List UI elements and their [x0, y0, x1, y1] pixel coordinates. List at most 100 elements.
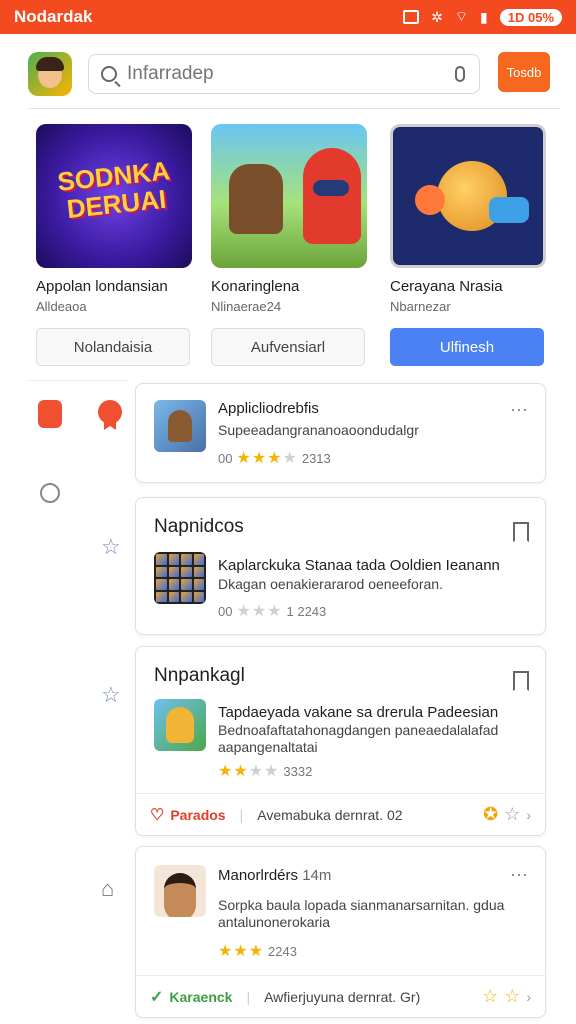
app-title: Manorlrdérs: [218, 867, 299, 884]
app-card[interactable]: Napnidcos Kaplarckuka Stanaa tada Ooldie…: [135, 497, 546, 635]
rating-prefix: 00: [218, 603, 233, 619]
star-rating-icon: ★★★★: [236, 450, 298, 467]
featured-primary-button[interactable]: Ulfinesh: [390, 328, 544, 366]
featured-art-3[interactable]: [390, 124, 546, 268]
footer-tag-label: Parados: [170, 806, 226, 823]
footer-tag-label: Karaenck: [169, 988, 233, 1005]
battery-level: 1D 05%: [499, 8, 562, 26]
screenshot-icon: [403, 10, 420, 24]
rating-count: 2243: [268, 943, 297, 959]
rating-prefix: 00: [218, 450, 233, 466]
heart-icon: ♡: [150, 806, 165, 824]
search-bar[interactable]: [88, 54, 480, 94]
app-card[interactable]: Manorlrdérs 14m ⋯ Sorpka baula lopada si…: [135, 846, 546, 1018]
rating-count: 2313: [301, 450, 331, 466]
more-options-icon[interactable]: ⋯: [510, 400, 529, 421]
app-thumbnail[interactable]: [154, 552, 206, 604]
character-goggles: [313, 180, 349, 196]
character-figure: [229, 164, 283, 234]
status-bar: Nodardak ✲ ⌔ ▮ 1D 05%: [0, 0, 576, 34]
star-rating-icon: ★★★: [236, 603, 283, 620]
app-card[interactable]: Applicliodrebfis Supeeadangrananoaoondud…: [135, 383, 546, 483]
app-title: Tapdaeyada vakane sa drerula Padeesian: [218, 704, 499, 721]
featured-button[interactable]: Nolandaisia: [36, 328, 190, 366]
star-rating-icon: ★★★: [218, 943, 265, 960]
badge-icon[interactable]: ✪: [483, 804, 498, 825]
search-icon: [101, 66, 117, 82]
app-description: Sorpka baula lopada sianmanarsarnitan. g…: [218, 897, 505, 930]
app-card[interactable]: Nnpankagl Tapdaeyada vakane sa drerula P…: [135, 646, 546, 836]
clock-icon[interactable]: [40, 483, 60, 503]
game-block: [489, 197, 529, 223]
app-rating: 00 ★★★ 1 2243: [218, 601, 326, 621]
rating-count: 3332: [283, 763, 313, 779]
featured-subtitle: Nbarnezar: [390, 299, 451, 314]
status-icons: ✲ ⌔ ▮ 1D 05%: [403, 8, 562, 26]
app-rating: 00 ★★★★ 2313: [218, 448, 331, 468]
gear-icon: ✲: [431, 8, 443, 25]
app-description: Supeeadangrananoaoondudalgr: [218, 422, 419, 438]
featured-item-3[interactable]: Cerayana Nrasia Nbarnezar Ulfinesh: [390, 124, 546, 366]
card-footer: ♡ Parados | Avemabuka dernrat. 02 ✪ ☆ ›: [136, 793, 545, 835]
top-action-button[interactable]: Tosdb: [498, 52, 550, 92]
footer-text: Awfierjuyuna dernrat. Gr): [264, 988, 421, 1005]
footer-separator: |: [239, 806, 244, 823]
game-logo-text: SODNKA DERUAI: [55, 155, 172, 225]
app-thumbnail[interactable]: [154, 400, 206, 452]
star-outline-icon[interactable]: ☆: [101, 684, 121, 706]
footer-actions: ☆ ☆ ›: [482, 986, 531, 1007]
app-description: Bednoafaftatahonagdangen paneaedalalafad…: [218, 722, 499, 755]
app-title-row: Manorlrdérs 14m: [218, 867, 331, 884]
footer-tag[interactable]: ♡ Parados: [150, 805, 226, 825]
footer-separator: |: [246, 988, 251, 1005]
footer-text: Avemabuka dernrat. 02: [257, 806, 403, 823]
character-figure: [303, 148, 361, 244]
avatar-hair: [36, 57, 64, 71]
featured-item-1[interactable]: SODNKA DERUAI Appolan londansian Alldeao…: [36, 124, 192, 366]
footer-tag[interactable]: ✓ Karaenck: [150, 987, 232, 1007]
app-name: Nodardak: [14, 7, 93, 26]
bookmark-icon[interactable]: [513, 671, 529, 691]
footer-actions: ✪ ☆ ›: [483, 804, 531, 825]
chevron-right-icon[interactable]: ›: [526, 807, 531, 823]
wifi-icon: ⌔: [454, 8, 469, 24]
featured-item-2[interactable]: Konaringlena Nlinaerae24 Aufvensiarl: [211, 124, 367, 366]
game-orb: [415, 185, 445, 215]
microphone-icon[interactable]: [455, 66, 465, 82]
rating-count: 1 2243: [286, 603, 327, 619]
featured-title: Appolan londansian: [36, 278, 168, 295]
star-rating-icon: ★★★★: [218, 763, 280, 780]
more-options-icon[interactable]: ⋯: [510, 865, 529, 886]
star-outline-icon[interactable]: ☆: [482, 986, 498, 1007]
bookmark-icon[interactable]: [513, 522, 529, 542]
app-icon[interactable]: [38, 400, 62, 428]
app-thumbnail[interactable]: [154, 699, 206, 751]
chevron-right-icon[interactable]: ›: [526, 989, 531, 1005]
app-title: Kaplarckuka Stanaa tada Ooldien Ieanann: [218, 557, 500, 574]
app-rating: ★★★★ 3332: [218, 761, 312, 781]
featured-art-2[interactable]: [211, 124, 367, 268]
search-input[interactable]: [127, 63, 447, 85]
battery-outline-icon: ▮: [480, 8, 488, 25]
rail-divider: [28, 380, 128, 381]
featured-title: Cerayana Nrasia: [390, 278, 503, 295]
top-bar: Tosdb: [0, 44, 576, 106]
featured-art-1[interactable]: SODNKA DERUAI: [36, 124, 192, 268]
featured-subtitle: Alldeaoa: [36, 299, 87, 314]
avatar[interactable]: [28, 52, 72, 96]
star-outline-icon[interactable]: ☆: [504, 986, 520, 1007]
star-outline-icon[interactable]: ☆: [504, 804, 520, 825]
app-title: Applicliodrebfis: [218, 400, 319, 417]
featured-title: Konaringlena: [211, 278, 300, 295]
home-icon[interactable]: ⌂: [101, 878, 114, 900]
app-thumbnail[interactable]: [154, 865, 206, 917]
app-rating: ★★★ 2243: [218, 941, 297, 961]
featured-button[interactable]: Aufvensiarl: [211, 328, 365, 366]
featured-subtitle: Nlinaerae24: [211, 299, 282, 314]
header-divider: [28, 108, 560, 109]
card-footer: ✓ Karaenck | Awfierjuyuna dernrat. Gr) ☆…: [136, 975, 545, 1017]
award-icon[interactable]: [98, 400, 122, 424]
app-description: Dkagan oenakierararod oeneeforan.: [218, 576, 443, 592]
star-outline-icon[interactable]: ☆: [101, 536, 121, 558]
section-heading: Nnpankagl: [154, 665, 245, 686]
